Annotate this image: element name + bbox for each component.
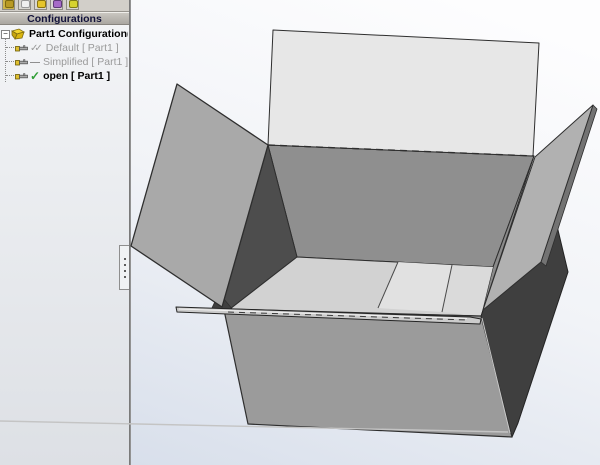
box-interior-back-wall[interactable] xyxy=(268,145,534,267)
pane-splitter-handle[interactable] xyxy=(119,245,129,290)
solidworks-window: { "manager_panel": { "tabs": [ {"icon": … xyxy=(0,0,600,465)
box-back-flap[interactable] xyxy=(268,30,539,156)
box-front-wall[interactable] xyxy=(224,310,512,437)
box-model[interactable] xyxy=(0,0,600,465)
